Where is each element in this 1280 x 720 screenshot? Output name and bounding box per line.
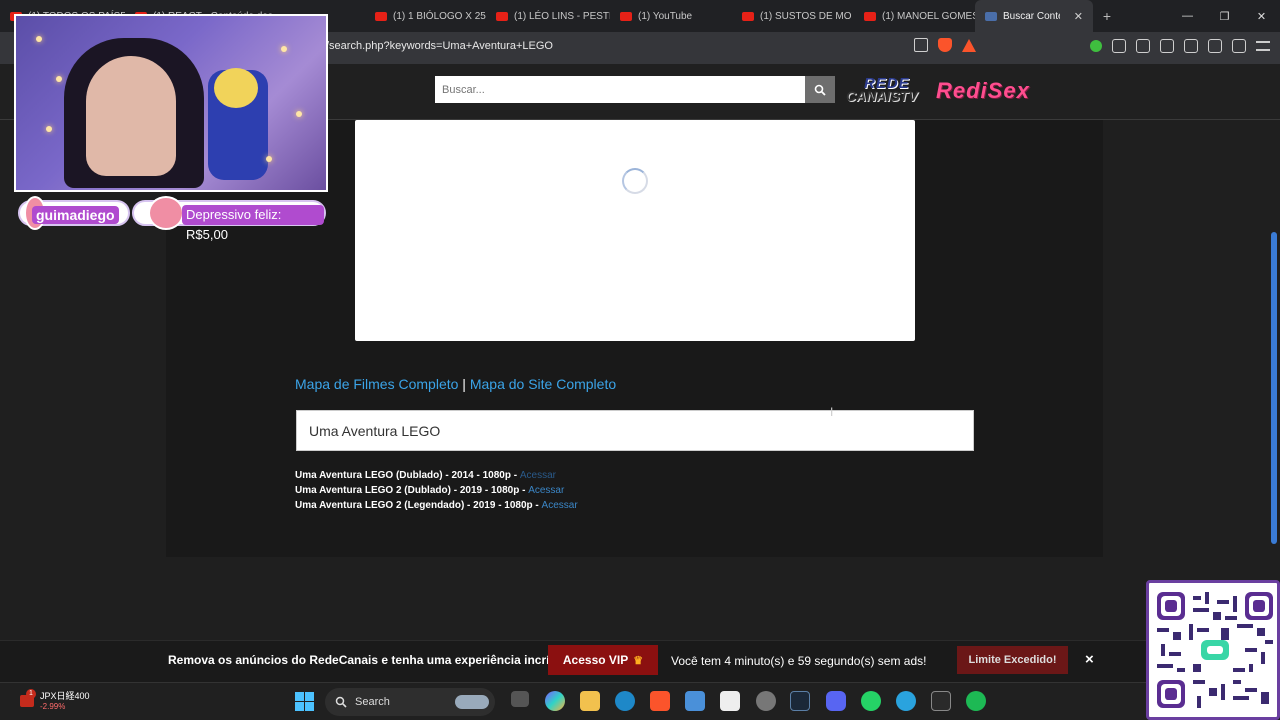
menu-icon[interactable] [1256,41,1270,51]
youtube-icon [496,11,508,21]
ad-removal-bar: Remova os anúncios do RedeCanais e tenha… [0,640,1280,682]
epic-games-icon[interactable] [931,691,951,711]
browser-tab[interactable]: (1) SUSTOS DE MO [732,0,854,32]
extensions-icon[interactable] [1112,39,1126,53]
youtube-icon [620,11,632,21]
capcut-icon[interactable] [720,691,740,711]
search-highlight-icon [455,695,489,709]
map-links: Mapa de Filmes Completo | Mapa do Site C… [295,376,617,392]
spotify-icon[interactable] [966,691,986,711]
brave-shield-icon[interactable] [938,38,952,52]
browser-tab[interactable]: (1) YouTube [610,0,732,32]
result-access-link[interactable]: Acessar [520,470,556,481]
taskbar-search[interactable]: Search [325,688,495,716]
scrollbar-thumb[interactable] [1271,232,1277,544]
minimize-icon[interactable]: — [1169,0,1206,32]
file-explorer-icon[interactable] [580,691,600,711]
browser-tab-active[interactable]: Buscar Conteúdo✕ [975,0,1093,32]
browser-tab[interactable]: (1) 1 BIÓLOGO X 25 [365,0,486,32]
ad-free-timer: Você tem 4 minuto(s) e 59 segundo(s) sem… [671,654,927,668]
copilot-icon[interactable] [545,691,565,711]
toolbar-icons [1090,39,1270,53]
close-tab-icon[interactable]: ✕ [1074,10,1083,23]
search-results-panel: Mapa de Filmes Completo | Mapa do Site C… [295,376,985,392]
site-search-button[interactable] [805,76,835,103]
brave-rewards-icon[interactable] [962,38,976,52]
results-list: Uma Aventura LEGO (Dublado) - 2014 - 108… [295,468,578,513]
site-search-input[interactable] [435,76,805,103]
streamer-webcam [14,14,328,192]
notification-badge: 1 [26,689,36,699]
ad-player-frame[interactable] [355,120,915,341]
store-icon[interactable] [685,691,705,711]
qr-code [1146,580,1280,720]
window-controls: — ❐ ✕ [1169,0,1280,32]
text-cursor-icon: I [830,405,834,419]
browser-tab[interactable]: (1) MANOEL GOMES [854,0,975,32]
windows-taskbar: 1 JPX日経400 -2.99% Search [0,682,1280,720]
result-item: Uma Aventura LEGO 2 (Legendado) - 2019 -… [295,500,578,511]
search-icon [335,696,347,708]
youtube-icon [375,11,387,21]
film-map-link[interactable]: Mapa de Filmes Completo [295,376,458,392]
discord-icon[interactable] [826,691,846,711]
task-view-icon[interactable] [511,691,529,707]
leo-ai-icon[interactable] [1208,39,1222,53]
site-favicon-icon [985,11,997,21]
avatar [148,196,184,230]
vpn-status-icon[interactable] [1090,40,1102,52]
windows-start-icon[interactable] [295,692,314,711]
loading-spinner-icon [622,168,648,194]
chat-user-badge: guimadiego [18,196,130,230]
search-icon [814,84,826,96]
site-map-link[interactable]: Mapa do Site Completo [470,376,616,392]
donation-alert: Depressivo feliz: R$5,00 [132,196,326,242]
limit-exceeded-button[interactable]: Limite Excedido! [957,646,1068,674]
restore-icon[interactable]: ❐ [1206,0,1243,32]
url-field[interactable]: /search.php?keywords=Uma+Aventura+LEGO [326,40,553,52]
sidebar-icon[interactable] [1160,39,1174,53]
edge-icon[interactable] [615,691,635,711]
obs-icon[interactable] [756,691,776,711]
result-access-link[interactable]: Acessar [528,485,564,496]
page-scrollbar[interactable] [1271,64,1277,644]
media-icon[interactable] [1136,39,1150,53]
search-query-field[interactable]: Uma Aventura LEGO [296,410,974,451]
vpn-icon[interactable] [1232,39,1246,53]
steam-icon[interactable] [790,691,810,711]
result-item: Uma Aventura LEGO (Dublado) - 2014 - 108… [295,470,556,481]
ad-message: Remova os anúncios do RedeCanais e tenha… [168,653,571,667]
address-bar-actions [914,38,976,52]
close-ad-icon[interactable]: × [1085,651,1094,668]
wallet-icon[interactable] [1184,39,1198,53]
youtube-icon [742,11,754,21]
new-tab-button[interactable]: + [1093,8,1121,24]
browser-tab[interactable]: (1) LÉO LINS - PESTE [486,0,610,32]
site-logo[interactable]: REDE CANAISTV RediSex [846,75,1029,105]
vip-access-button[interactable]: Acesso VIP ♛ [548,645,658,675]
whatsapp-icon[interactable] [861,691,881,711]
result-item: Uma Aventura LEGO 2 (Dublado) - 2019 - 1… [295,485,565,496]
share-icon[interactable] [914,38,928,52]
qr-code-pattern [1157,592,1273,708]
close-window-icon[interactable]: ✕ [1243,0,1280,32]
youtube-icon [864,11,876,21]
brave-browser-icon[interactable] [650,691,670,711]
result-access-link[interactable]: Acessar [542,500,578,511]
telegram-icon[interactable] [896,691,916,711]
stock-widget[interactable]: 1 JPX日経400 -2.99% [20,689,90,711]
crown-icon: ♛ [633,654,644,667]
